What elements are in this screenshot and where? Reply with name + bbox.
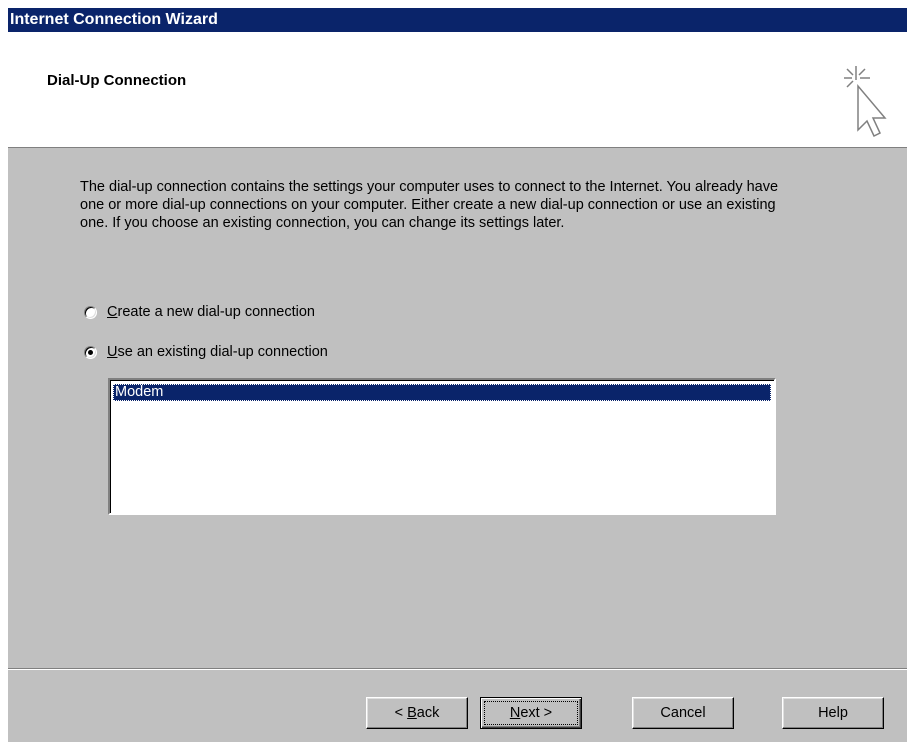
back-button[interactable]: < Back xyxy=(366,697,468,729)
window-title: Internet Connection Wizard xyxy=(10,11,218,28)
use-existing-label[interactable]: Use an existing dial-up connection xyxy=(107,344,328,360)
use-existing-radio[interactable] xyxy=(84,345,97,359)
wizard-window: Internet Connection Wizard Dial-Up Conne… xyxy=(8,8,907,742)
cancel-button[interactable]: Cancel xyxy=(632,697,734,729)
create-new-radio[interactable] xyxy=(84,305,97,319)
use-existing-connection-option[interactable]: Use an existing dial-up connection xyxy=(84,342,328,362)
footer-divider xyxy=(8,668,907,670)
title-bar[interactable]: Internet Connection Wizard xyxy=(8,8,907,32)
create-new-label[interactable]: Create a new dial-up connection xyxy=(107,304,315,320)
connections-listbox[interactable]: Modem xyxy=(108,378,776,515)
wizard-header: Dial-Up Connection xyxy=(8,32,907,148)
description-text: The dial-up connection contains the sett… xyxy=(80,179,779,231)
list-item-modem[interactable]: Modem xyxy=(113,384,771,401)
next-button[interactable]: Next > xyxy=(480,697,582,729)
page-title: Dial-Up Connection xyxy=(47,72,187,89)
wizard-cursor-icon xyxy=(844,66,887,138)
help-button[interactable]: Help xyxy=(782,697,884,729)
create-new-connection-option[interactable]: Create a new dial-up connection xyxy=(84,302,315,322)
